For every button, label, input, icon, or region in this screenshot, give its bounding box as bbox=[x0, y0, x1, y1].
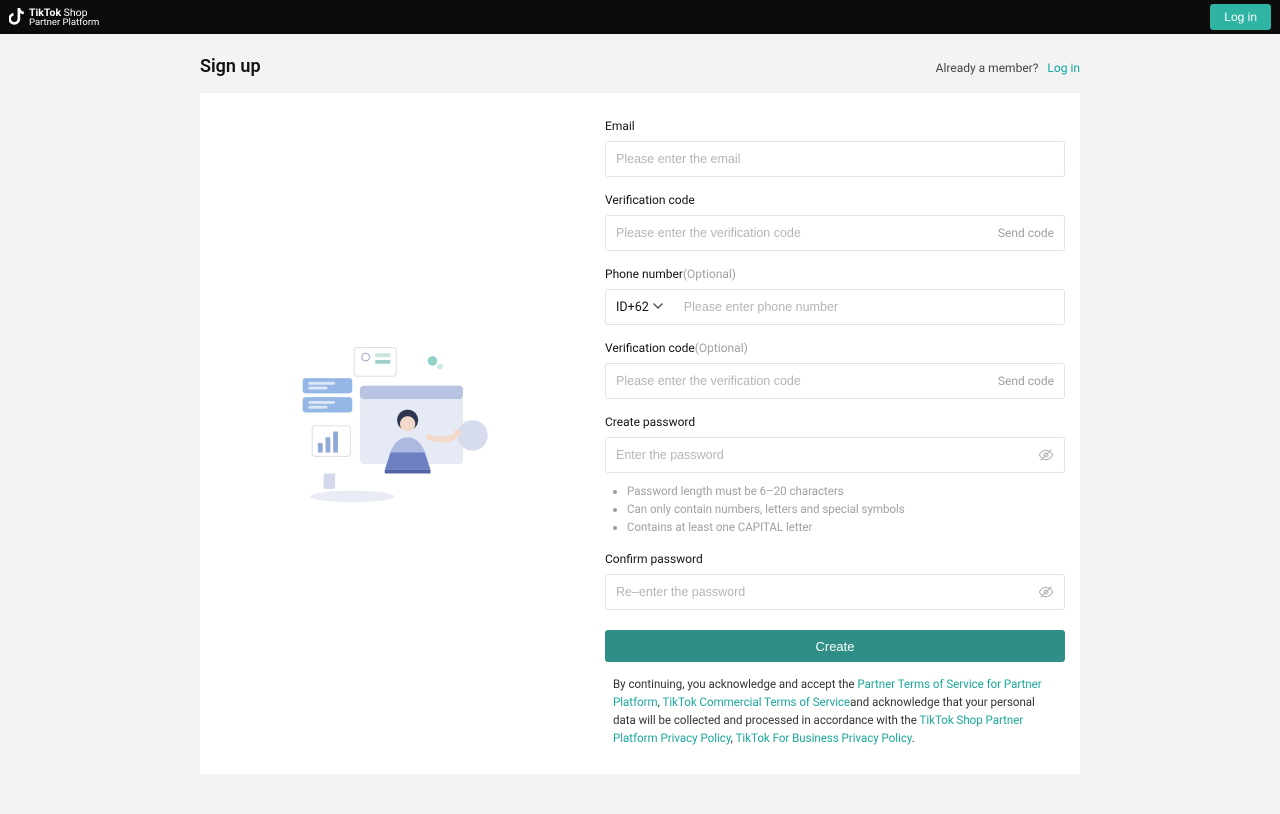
dashboard-illustration-icon bbox=[295, 338, 505, 529]
phone-label: Phone number(Optional) bbox=[605, 267, 1065, 281]
signup-card: Email Verification code Send code Phone … bbox=[200, 93, 1080, 774]
link-business-privacy[interactable]: TikTok For Business Privacy Policy bbox=[736, 731, 912, 745]
legal-text: By continuing, you acknowledge and accep… bbox=[605, 676, 1065, 747]
send-code-phone-button[interactable]: Send code bbox=[988, 374, 1054, 388]
verification-code-phone-label: Verification code(Optional) bbox=[605, 341, 1065, 355]
send-code-email-button[interactable]: Send code bbox=[988, 226, 1054, 240]
create-password-label: Create password bbox=[605, 415, 1065, 429]
password-rule: Can only contain numbers, letters and sp… bbox=[627, 501, 1065, 519]
app-header: TikTok Shop Partner Platform Log in bbox=[0, 0, 1280, 34]
phone-field: Phone number(Optional) ID+62 bbox=[605, 267, 1065, 325]
page: Sign up Already a member? Log in bbox=[200, 34, 1080, 814]
country-code-select[interactable]: ID+62 bbox=[616, 300, 674, 315]
chevron-down-icon bbox=[653, 300, 663, 315]
page-title: Sign up bbox=[200, 56, 261, 77]
verification-code-email-label: Verification code bbox=[605, 193, 1065, 207]
login-link[interactable]: Log in bbox=[1047, 61, 1080, 75]
password-rule: Password length must be 6–20 characters bbox=[627, 483, 1065, 501]
brand-text: TikTok Shop Partner Platform bbox=[29, 7, 99, 28]
password-rules: Password length must be 6–20 characters … bbox=[605, 483, 1065, 536]
email-label: Email bbox=[605, 119, 1065, 133]
password-rule: Contains at least one CAPITAL letter bbox=[627, 519, 1065, 537]
brand: TikTok Shop Partner Platform bbox=[9, 7, 99, 28]
link-commercial-tos[interactable]: TikTok Commercial Terms of Service bbox=[663, 695, 851, 709]
email-field: Email bbox=[605, 119, 1065, 177]
illustration-pane bbox=[200, 93, 600, 774]
form-pane: Email Verification code Send code Phone … bbox=[600, 93, 1080, 774]
tiktok-logo-icon bbox=[9, 8, 25, 26]
verification-code-email-input[interactable] bbox=[616, 226, 988, 240]
phone-input[interactable] bbox=[674, 300, 1054, 314]
email-input[interactable] bbox=[616, 152, 1054, 166]
verification-code-phone-input[interactable] bbox=[616, 374, 988, 388]
create-password-input[interactable] bbox=[616, 448, 1038, 462]
member-prompt: Already a member? Log in bbox=[936, 61, 1080, 75]
eye-off-icon[interactable] bbox=[1038, 584, 1054, 600]
page-topline: Sign up Already a member? Log in bbox=[200, 56, 1080, 93]
create-button[interactable]: Create bbox=[605, 630, 1065, 662]
create-password-field: Create password Password length must be … bbox=[605, 415, 1065, 536]
header-login-button[interactable]: Log in bbox=[1210, 4, 1271, 30]
confirm-password-field: Confirm password bbox=[605, 552, 1065, 610]
verification-code-email-field: Verification code Send code bbox=[605, 193, 1065, 251]
verification-code-phone-field: Verification code(Optional) Send code bbox=[605, 341, 1065, 399]
eye-off-icon[interactable] bbox=[1038, 447, 1054, 463]
confirm-password-input[interactable] bbox=[616, 585, 1038, 599]
confirm-password-label: Confirm password bbox=[605, 552, 1065, 566]
